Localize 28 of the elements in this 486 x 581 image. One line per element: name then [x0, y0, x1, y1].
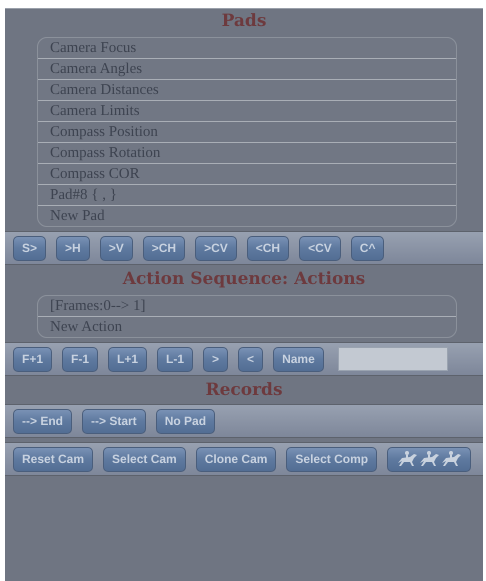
section-title: Records: [204, 379, 284, 402]
horse-riders-icon: [396, 448, 462, 466]
toolbar-button[interactable]: >CV: [195, 236, 237, 260]
toolbar-button[interactable]: S>: [13, 236, 46, 260]
toolbar-button[interactable]: Clone Cam: [196, 446, 276, 472]
toolbar-button[interactable]: Select Comp: [286, 446, 378, 472]
toolbar-button[interactable]: >: [203, 346, 228, 372]
toolbar-button[interactable]: Select Cam: [103, 446, 186, 472]
toolbar-button[interactable]: --> Start: [82, 408, 146, 434]
toolbar-button[interactable]: >V: [100, 236, 133, 260]
toolbar-button[interactable]: Name: [273, 346, 324, 372]
toolbar-button[interactable]: <CH: [246, 236, 290, 260]
toolbar-button[interactable]: F-1: [62, 346, 98, 372]
horse-riders-button[interactable]: [387, 446, 472, 472]
toolbar-button[interactable]: --> End: [13, 408, 72, 434]
toolbar-button[interactable]: <: [238, 346, 264, 372]
toolbar-button[interactable]: No Pad: [156, 408, 216, 434]
toolbar-button[interactable]: <CV: [299, 236, 341, 260]
section-title: Action Sequence: Actions: [122, 268, 366, 291]
section-title: Pads: [220, 10, 268, 33]
toolbar-button[interactable]: F+1: [13, 346, 52, 372]
toolbar-button[interactable]: L+1: [108, 346, 148, 372]
toolbar-button[interactable]: C^: [350, 236, 384, 260]
name-field[interactable]: [338, 347, 448, 371]
toolbar-button[interactable]: >CH: [142, 236, 186, 260]
toolbar-button[interactable]: L-1: [157, 346, 194, 372]
toolbar-button[interactable]: >H: [56, 236, 90, 260]
toolbar-button[interactable]: Reset Cam: [13, 446, 94, 472]
